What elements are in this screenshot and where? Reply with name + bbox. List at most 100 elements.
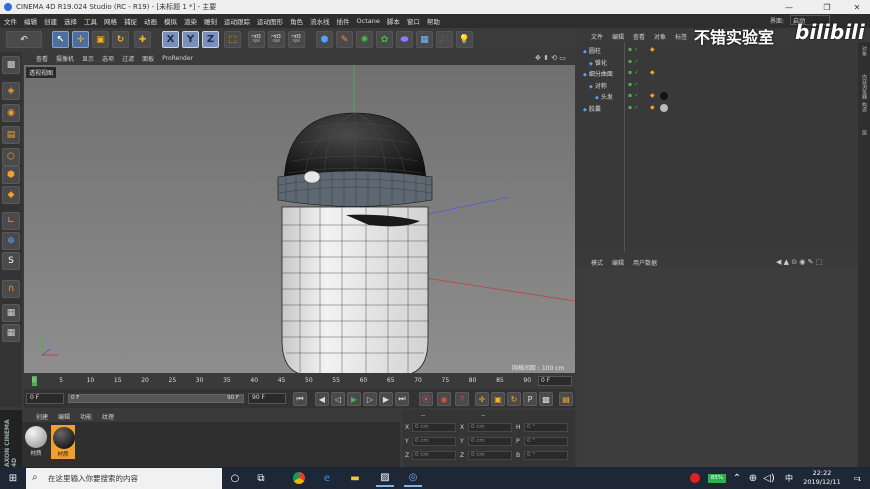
object-row[interactable]: ◆ 圆柱 [583, 46, 601, 55]
ime-button[interactable]: 中 [780, 469, 798, 487]
menu-item[interactable]: 运动图形 [257, 16, 283, 26]
object-row[interactable]: ◆ 胶囊 [583, 104, 601, 113]
next-frame-button[interactable]: ▷ [363, 392, 377, 406]
timeline-ruler[interactable]: 0 F 0 5 10 15 20 25 30 35 40 45 50 55 60 65 70 75 80 85 90 [24, 374, 575, 389]
coord-value-field[interactable]: 0 ° [524, 451, 568, 460]
render-picture-viewer-button[interactable]: 🎬 [268, 31, 285, 48]
attribute-nav-icons[interactable]: ◀ ▲ ⊙ ◉ ✎ ⬚ [776, 258, 822, 266]
subdivision-surface-button[interactable]: ✺ [356, 31, 373, 48]
right-tab[interactable]: 对象 [860, 46, 868, 56]
material-menu-item[interactable]: 纹理 [102, 412, 114, 421]
current-frame-field[interactable]: 0 F [538, 376, 572, 386]
goto-start-button[interactable]: ⏮ [293, 392, 307, 406]
menu-item[interactable]: 编辑 [24, 16, 37, 26]
taskbar-clock[interactable]: 22:22 2019/12/11 [800, 469, 844, 487]
tag-icon[interactable]: ◆ [650, 92, 655, 99]
camera-button[interactable]: 🎥 [436, 31, 453, 48]
coordinate-system-button[interactable]: ⬚ [224, 31, 241, 48]
viewport-menu-item[interactable]: 面板 [142, 54, 154, 63]
prev-frame-button[interactable]: ◁ [331, 392, 345, 406]
light-button[interactable]: 💡 [456, 31, 473, 48]
menu-item[interactable]: 流水线 [310, 16, 330, 26]
axis-mode-button[interactable]: ∟ [2, 212, 20, 230]
task-view-button[interactable]: ⧉ [252, 469, 270, 487]
viewport-menu-item[interactable]: 摄像机 [56, 54, 74, 63]
viewport-perspective[interactable] [24, 65, 575, 373]
y-axis-lock-button[interactable]: Y [182, 31, 199, 48]
rotate-tool-button[interactable]: ↻ [112, 31, 129, 48]
menu-item[interactable]: Octane [357, 17, 380, 25]
x-axis-lock-button[interactable]: X [162, 31, 179, 48]
make-editable-button[interactable]: ▩ [2, 56, 20, 74]
viewport-menu-item[interactable]: 显示 [82, 54, 94, 63]
right-tab[interactable]: 层 [860, 130, 868, 135]
tag-icon[interactable]: ◆ [650, 69, 655, 76]
key-position-button[interactable]: ✛ [475, 392, 489, 406]
menu-item[interactable]: 渲染 [184, 16, 197, 26]
coord-value-field[interactable]: 0 cm [468, 451, 512, 460]
material-area[interactable] [22, 422, 400, 467]
viewport-menu-item[interactable]: ProRender [162, 55, 193, 62]
object-menu-item[interactable]: 标签 [675, 32, 687, 41]
object-row[interactable]: ◆ 对称 [589, 81, 607, 90]
points-mode-button[interactable]: ⬡ [2, 148, 20, 166]
attribute-menu-item[interactable]: 用户数据 [633, 258, 657, 267]
workplane-mode-button[interactable]: ▤ [2, 126, 20, 144]
tweak-mode-button[interactable]: ⊕ [2, 232, 20, 250]
spline-pen-button[interactable]: ✎ [336, 31, 353, 48]
object-row[interactable]: ◆ 锥化 [589, 58, 607, 67]
start-button[interactable]: ⊞ [4, 469, 22, 487]
array-button[interactable]: ✿ [376, 31, 393, 48]
key-param-button[interactable]: P [523, 392, 537, 406]
goto-end-button[interactable]: ⏭ [395, 392, 409, 406]
lock-workplane-button[interactable]: ▦ [2, 324, 20, 342]
minimize-button[interactable]: — [776, 0, 802, 14]
chrome-taskbar-button[interactable] [290, 469, 308, 487]
material-tag-icon[interactable] [660, 103, 668, 112]
visibility-check-icon[interactable]: ▪ ✓ [628, 69, 639, 76]
viewport-menu-item[interactable]: 过滤 [122, 54, 134, 63]
menu-item[interactable]: 捕捉 [124, 16, 137, 26]
render-settings-button[interactable]: 🎬 [288, 31, 305, 48]
object-manager-divider[interactable] [624, 42, 625, 252]
keyframe-selection-button[interactable]: ? [455, 392, 469, 406]
viewport-nav-icons[interactable]: ✥ ⬍ ⟲ ▭ [535, 54, 566, 62]
texture-mode-button[interactable]: ◉ [2, 104, 20, 122]
menu-item[interactable]: 运动跟踪 [224, 16, 250, 26]
menu-item[interactable]: 脚本 [387, 16, 400, 26]
material-swatch-1[interactable]: 材质 [24, 425, 48, 459]
visibility-check-icon[interactable]: ▪ ✓ [628, 92, 639, 99]
coord-value-field[interactable]: 0 cm [468, 437, 512, 446]
autokey-button[interactable]: ◉ [437, 392, 451, 406]
menu-item[interactable]: 网格 [104, 16, 117, 26]
material-menu-item[interactable]: 创建 [36, 412, 48, 421]
floor-button[interactable]: ▦ [416, 31, 433, 48]
undo-button[interactable]: ↶ [6, 31, 42, 48]
z-axis-lock-button[interactable]: Z [202, 31, 219, 48]
magnet-button[interactable]: ∩ [2, 280, 20, 298]
tag-icon[interactable]: ◆ [650, 46, 655, 53]
battery-indicator[interactable]: 85% [708, 474, 726, 483]
edge-taskbar-button[interactable]: e [318, 469, 336, 487]
material-menu-item[interactable]: 编辑 [58, 412, 70, 421]
menu-item[interactable]: 工具 [84, 16, 97, 26]
menu-item[interactable]: 动画 [144, 16, 157, 26]
menu-item[interactable]: 角色 [290, 16, 303, 26]
viewport-menu-item[interactable]: 查看 [36, 54, 48, 63]
polygons-mode-button[interactable]: ◆ [2, 186, 20, 204]
object-manager[interactable] [577, 42, 857, 252]
snap-button[interactable]: S [2, 252, 20, 270]
attribute-menu-item[interactable]: 模式 [591, 258, 603, 267]
coord-value-field[interactable]: 0 cm [468, 423, 512, 432]
attribute-manager[interactable] [577, 268, 857, 467]
render-view-button[interactable]: 🎬 [248, 31, 265, 48]
key-rotation-button[interactable]: ↻ [507, 392, 521, 406]
tag-icon[interactable]: ◆ [650, 104, 655, 111]
next-key-button[interactable]: ▶ [379, 392, 393, 406]
timeline-options-button[interactable]: ▤ [559, 392, 573, 406]
coord-value-field[interactable]: 0 cm [412, 437, 456, 446]
key-pla-button[interactable]: ▩ [539, 392, 553, 406]
cortana-button[interactable]: ○ [226, 469, 244, 487]
close-button[interactable]: ✕ [844, 0, 870, 14]
model-mode-button[interactable]: ◈ [2, 82, 20, 100]
